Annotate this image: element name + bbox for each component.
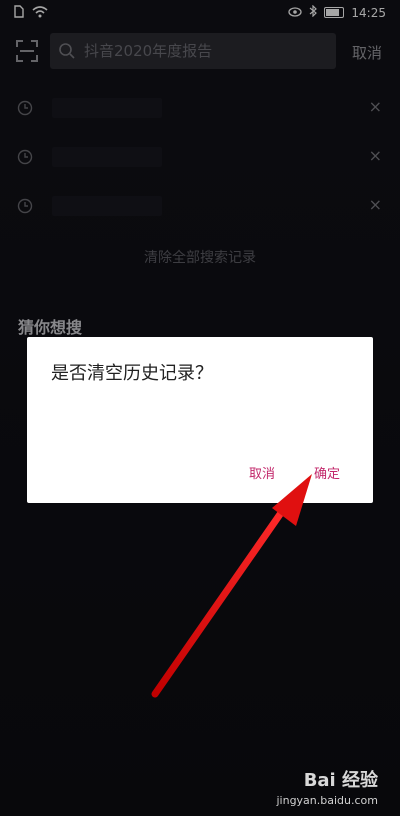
app-screen: 14:25 取消 × × × 清除全部搜索记录 [0,0,400,816]
dialog-title: 是否清空历史记录？ [51,363,213,384]
confirm-dialog: 是否清空历史记录？ 取消 确定 [27,337,373,503]
watermark-url: jingyan.baidu.com [276,794,378,807]
dialog-cancel-button[interactable]: 取消 [249,463,275,482]
watermark-logo: Bai 经验 [303,770,378,791]
dialog-confirm-button[interactable]: 确定 [314,463,340,482]
